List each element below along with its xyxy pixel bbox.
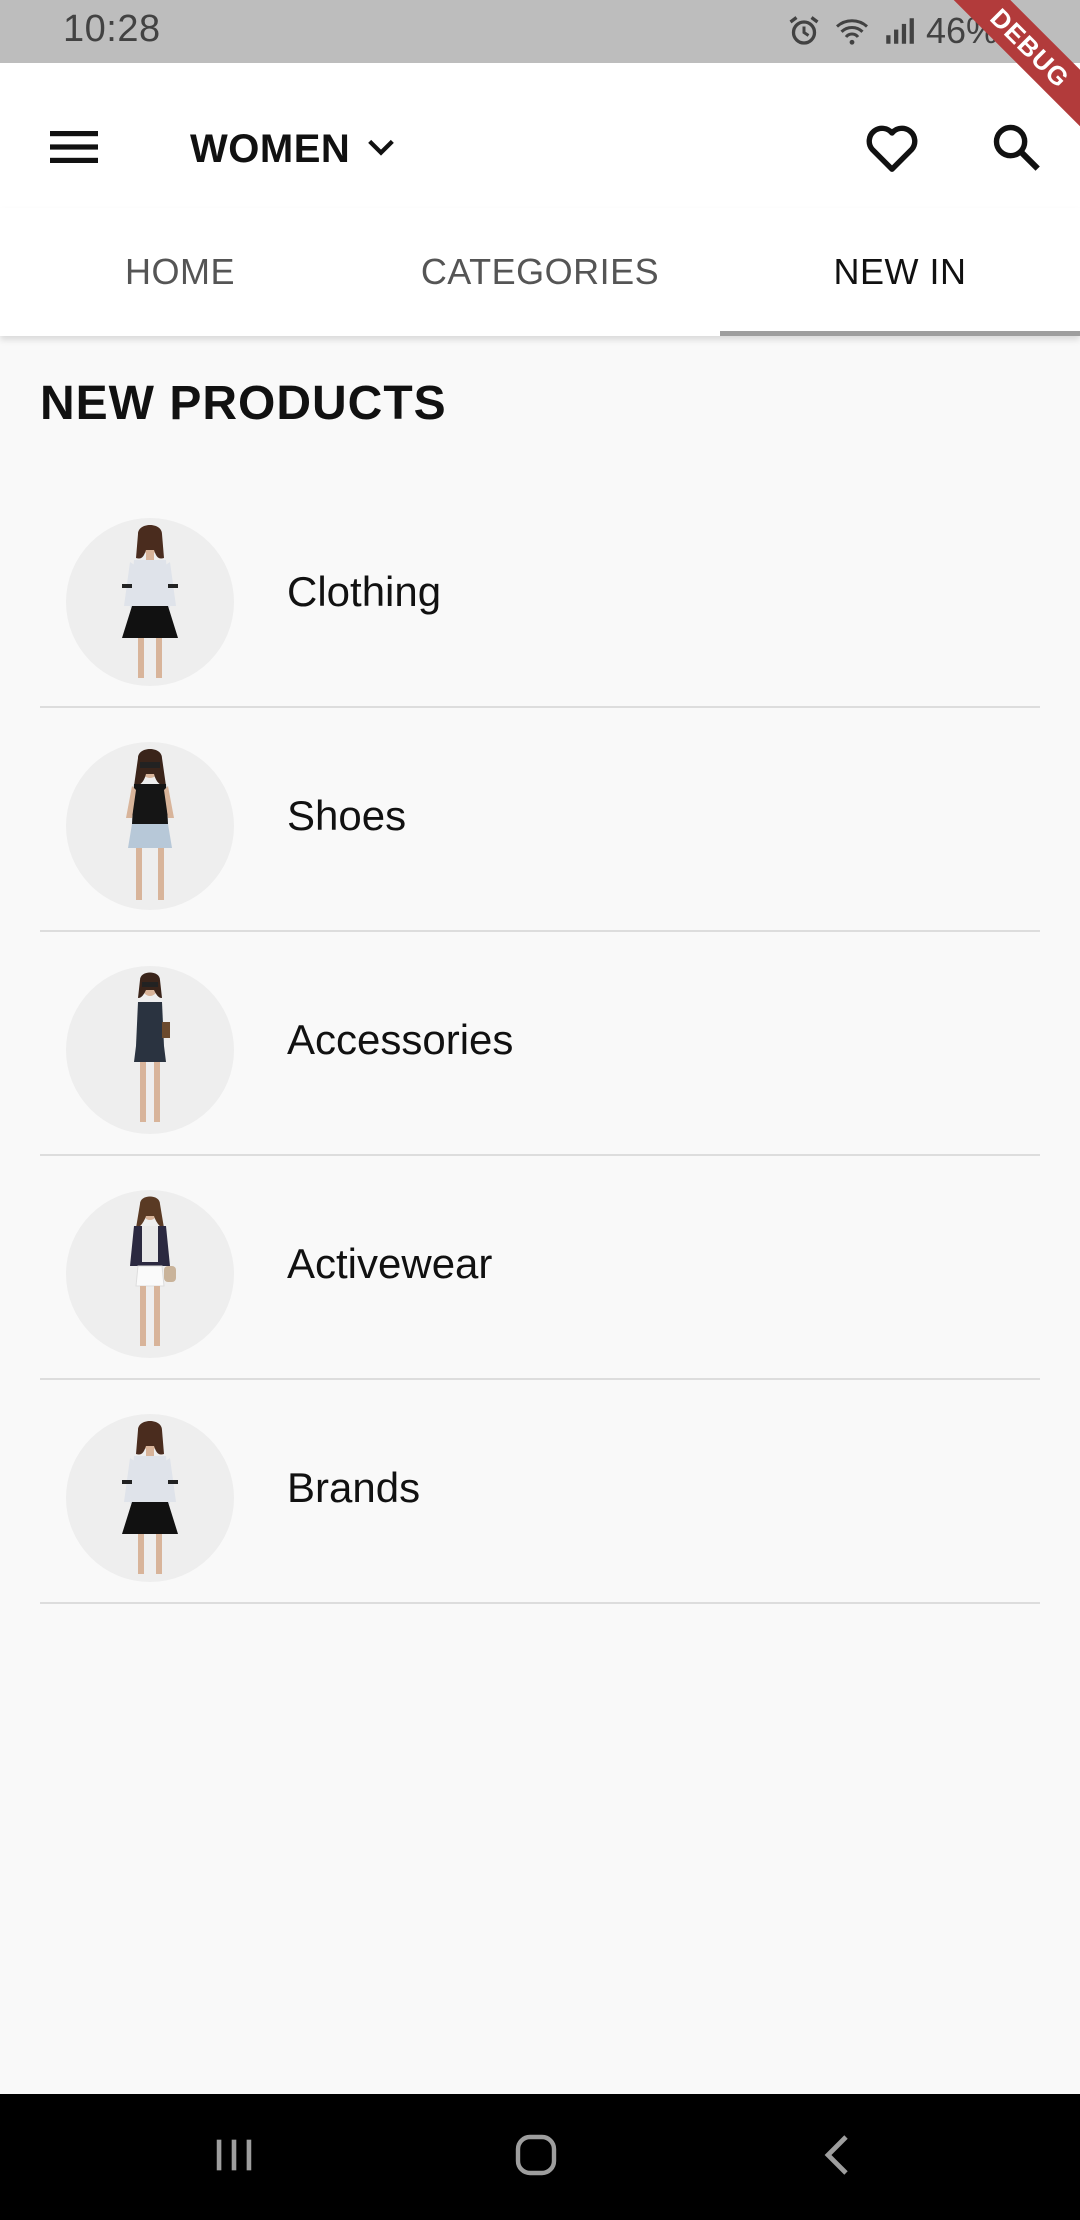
list-item-brands[interactable]: Brands [40,1380,1040,1604]
status-time: 10:28 [63,8,161,50]
chevron-down-icon [364,130,398,169]
menu-button[interactable] [28,103,120,195]
model-accessories-image [134,972,170,1122]
tab-home[interactable]: HOME [0,208,360,336]
product-thumbnail [66,742,234,910]
list-item-activewear[interactable]: Activewear [40,1156,1040,1380]
list-item-label: Activewear [287,1240,493,1287]
product-thumbnail [66,966,234,1134]
list-item-label: Brands [287,1464,421,1511]
list-item-accessories[interactable]: Accessories [40,932,1040,1156]
heart-icon [864,121,920,178]
product-thumbnail [66,1414,234,1582]
list-item-shoes[interactable]: Shoes [40,708,1040,932]
list-item-label: Shoes [287,792,407,839]
product-thumbnail [66,1190,234,1358]
tab-categories[interactable]: CATEGORIES [360,208,720,336]
gender-selector[interactable]: WOMEN [190,107,398,191]
system-nav-bar [0,2094,1080,2220]
recent-apps-icon [211,2135,257,2180]
back-icon [818,2131,858,2184]
product-thumbnail [66,518,234,686]
gender-label: WOMEN [190,126,351,171]
home-button[interactable] [496,2122,576,2192]
model-clothing-image [122,525,178,678]
wifi-icon [832,13,872,49]
model-shoes-image [126,749,174,900]
list-item-label: Clothing [287,568,442,615]
status-bar: 10:28 46% [0,0,1080,63]
search-icon [990,121,1042,178]
list-item-label: Accessories [287,1016,514,1063]
model-brands-image [122,1421,178,1574]
model-activewear-image [130,1196,176,1346]
back-button[interactable] [798,2122,878,2192]
alarm-icon [786,13,822,49]
recent-apps-button[interactable] [194,2122,274,2192]
product-list: Clothing Shoes Accessories Activewear Br… [40,484,1040,1604]
tab-new-in[interactable]: NEW IN [720,208,1080,336]
list-item-clothing[interactable]: Clothing [40,484,1040,708]
menu-icon [48,127,100,172]
favorites-button[interactable] [846,103,938,195]
section-title: NEW PRODUCTS [40,377,447,430]
search-button[interactable] [970,103,1062,195]
signal-icon [882,13,916,49]
home-icon [512,2131,560,2184]
tab-bar: HOME CATEGORIES NEW IN [0,208,1080,336]
